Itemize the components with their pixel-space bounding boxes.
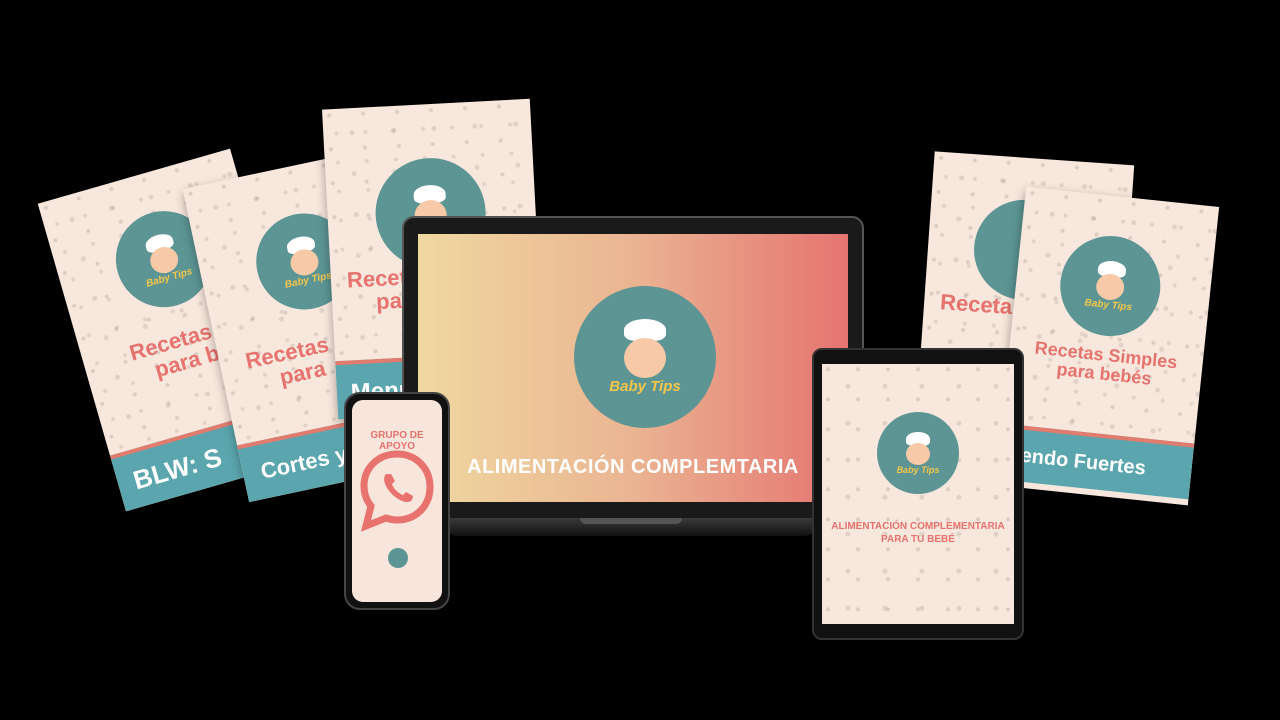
laptop-screen: Baby Tips ALIMENTACIÓN COMPLEMTARIA	[418, 234, 848, 502]
laptop-title: ALIMENTACIÓN COMPLEMTARIA	[467, 456, 799, 478]
baby-face-icon	[905, 442, 930, 465]
phone-mockup: GRUPO DE APOYO	[344, 392, 450, 610]
brand-name: Baby Tips	[609, 378, 681, 395]
laptop-notch	[580, 518, 682, 524]
tablet-title: ALIMENTACIÓN COMPLEMENTARIA PARA TU BEBÉ	[831, 521, 1005, 545]
laptop-mockup: Baby Tips ALIMENTACIÓN COMPLEMTARIA	[402, 216, 864, 522]
baby-face-icon	[623, 338, 666, 378]
book-band: ciendo Fuertes	[995, 423, 1195, 500]
book-cover-recetas-simples: Baby Tips Recetas Simples para bebés cien…	[994, 186, 1220, 506]
tablet-mockup: Baby Tips ALIMENTACIÓN COMPLEMENTARIA PA…	[812, 348, 1024, 640]
brand-name: Baby Tips	[896, 464, 940, 475]
baby-tips-logo: Baby Tips	[877, 412, 959, 494]
product-mockup-stage: Baby Tips Recetas Spara b BLW: S Baby Ti…	[0, 0, 1280, 720]
book-title: Recetas Simples para bebés	[1033, 337, 1179, 389]
whatsapp-icon	[360, 450, 434, 532]
tablet-screen: Baby Tips ALIMENTACIÓN COMPLEMENTARIA PA…	[822, 364, 1014, 624]
baby-tips-logo: Baby Tips	[1055, 231, 1166, 341]
baby-tips-logo: Baby Tips	[574, 286, 716, 428]
phone-screen: GRUPO DE APOYO	[352, 400, 442, 602]
baby-tips-logo-small	[388, 548, 408, 568]
